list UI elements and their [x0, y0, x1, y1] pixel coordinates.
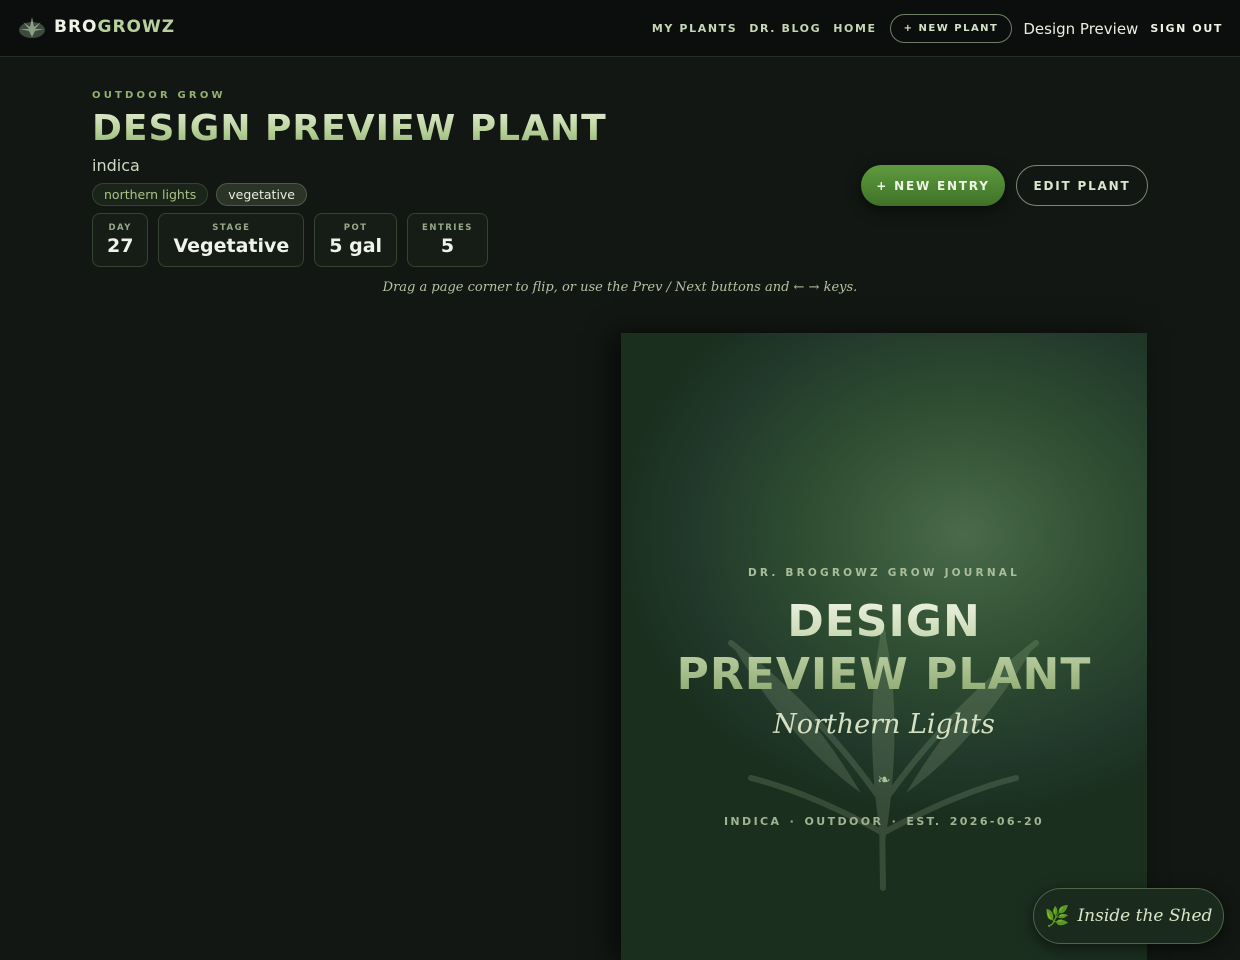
species-label: indica: [92, 156, 140, 175]
inside-the-shed-button[interactable]: 🌿 Inside the Shed: [1033, 888, 1224, 944]
cover-kicker: DR. BROGROWZ GROW JOURNAL: [747, 567, 1021, 579]
stat-stage: STAGE Vegetative: [158, 213, 305, 267]
stat-entries: ENTRIES 5: [407, 213, 488, 267]
top-navbar: BROGROWZ MY PLANTS DR. BLOG HOME + NEW P…: [0, 0, 1240, 57]
stat-day: DAY 27: [92, 213, 149, 267]
nav-home[interactable]: HOME: [833, 22, 876, 35]
herb-icon: 🌿: [1044, 904, 1070, 928]
cover-title-line1: DESIGN: [787, 596, 981, 647]
fleuron-icon: ❧: [877, 770, 891, 789]
nav-menu: MY PLANTS DR. BLOG HOME + NEW PLANT Desi…: [640, 0, 1223, 57]
cover-meta: INDICA · OUTDOOR · EST. 2026-06-20: [723, 815, 1045, 828]
page-title: DESIGN PREVIEW PLANT: [92, 108, 607, 149]
stat-label: ENTRIES: [422, 223, 473, 233]
stat-label: STAGE: [212, 223, 251, 233]
edit-plant-button[interactable]: EDIT PLANT: [1016, 165, 1148, 206]
stat-label: DAY: [108, 223, 132, 233]
brand[interactable]: BROGROWZ: [17, 13, 175, 41]
nav-my-plants[interactable]: MY PLANTS: [652, 22, 737, 35]
brand-name: BROGROWZ: [54, 17, 176, 37]
flip-hint: Drag a page corner to flip, or use the P…: [382, 280, 858, 295]
cover-title-line2: PREVIEW PLANT: [676, 649, 1092, 700]
tag-strain[interactable]: northern lights: [92, 183, 209, 206]
new-plant-button[interactable]: + NEW PLANT: [889, 14, 1013, 43]
cover-strain: Northern Lights: [773, 709, 995, 740]
user-name[interactable]: Design Preview: [1023, 20, 1138, 38]
journal-cover-page[interactable]: DR. BROGROWZ GROW JOURNAL DESIGN PREVIEW…: [621, 333, 1147, 960]
stat-value: 27: [107, 235, 134, 257]
stat-label: POT: [343, 223, 368, 233]
tag-stage[interactable]: vegetative: [216, 183, 308, 206]
shed-label: Inside the Shed: [1077, 906, 1213, 926]
cannabis-leaf-logo-icon: [19, 17, 45, 38]
stat-pot: POT 5 gal: [314, 213, 398, 267]
stat-value: Vegetative: [173, 235, 290, 257]
grow-type-eyebrow: OUTDOOR GROW: [92, 90, 226, 101]
stat-value: 5 gal: [329, 235, 383, 257]
sign-out-link[interactable]: SIGN OUT: [1150, 22, 1223, 35]
new-entry-button[interactable]: + NEW ENTRY: [861, 165, 1005, 206]
tag-list: northern lights vegetative: [92, 183, 315, 206]
stat-cards: DAY 27 STAGE Vegetative POT 5 gal ENTRIE…: [92, 213, 498, 267]
cover-title: DESIGN PREVIEW PLANT: [621, 595, 1147, 701]
stat-value: 5: [440, 235, 455, 257]
nav-dr-blog[interactable]: DR. BLOG: [749, 22, 821, 35]
